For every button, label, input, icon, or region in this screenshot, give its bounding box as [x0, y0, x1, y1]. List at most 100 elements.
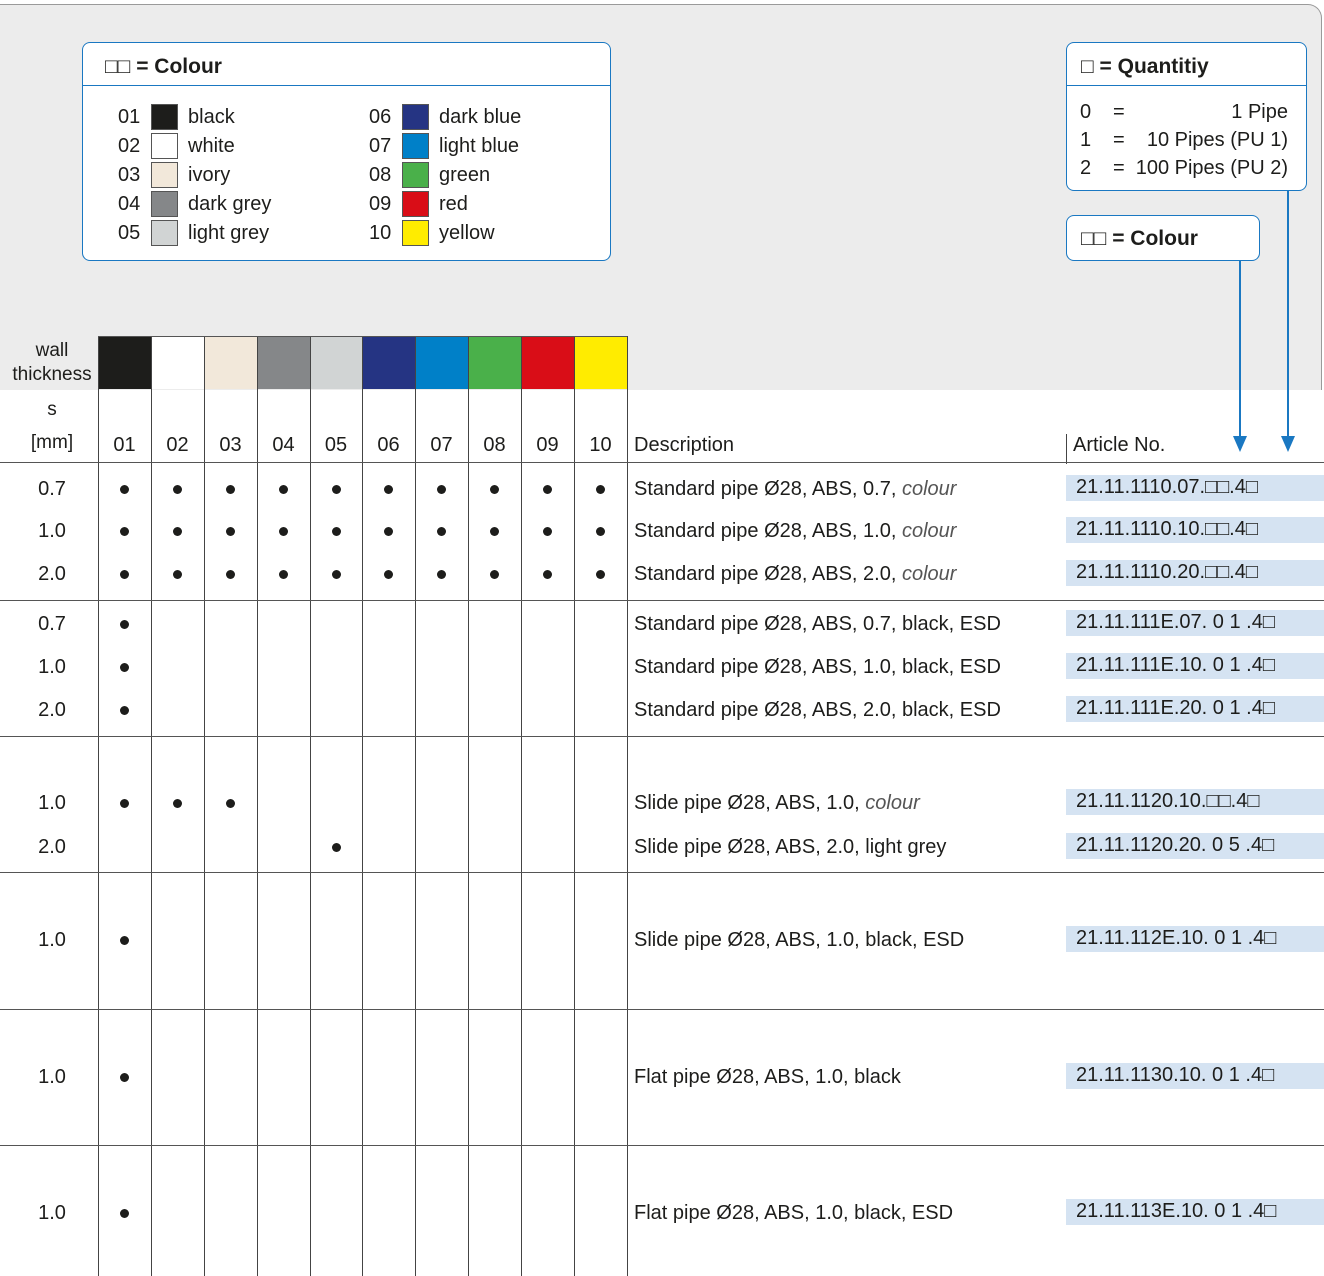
description-header: Description	[634, 434, 735, 456]
wall-thickness-value: 2.0	[38, 563, 66, 585]
description-cell: Standard pipe Ø28, ABS, 1.0, black, ESD	[634, 656, 1001, 679]
column-divider	[151, 389, 152, 1276]
wall-thickness-value: 2.0	[38, 699, 66, 721]
availability-dot	[490, 484, 499, 494]
availability-dot	[543, 569, 552, 579]
availability-dot	[384, 484, 393, 494]
header-colour-code: 07	[430, 434, 453, 456]
availability-dot	[543, 526, 552, 536]
article-number: 21.11.1120.10.□□.4□	[1076, 790, 1260, 812]
colour-code: 08	[369, 164, 392, 186]
description-cell: Flat pipe Ø28, ABS, 1.0, black	[634, 1066, 901, 1089]
column-divider	[521, 389, 522, 1276]
header-colour-code: 10	[589, 434, 612, 456]
article-header: Article No.	[1073, 434, 1166, 456]
group-divider	[0, 1145, 1324, 1146]
colour-swatch	[151, 133, 178, 159]
colour-code: 03	[118, 164, 141, 186]
availability-dot	[437, 526, 446, 536]
colour-name: green	[439, 164, 491, 186]
colour-swatch	[402, 220, 429, 246]
availability-dot	[279, 484, 288, 494]
quantity-equals: =	[1113, 129, 1125, 151]
header-colour-code: 04	[272, 434, 295, 456]
description-cell: Standard pipe Ø28, ABS, 0.7, black, ESD	[634, 613, 1001, 636]
colour-swatch	[151, 220, 178, 246]
availability-dot	[120, 1072, 129, 1082]
colour-name: ivory	[188, 164, 231, 186]
article-number: 21.11.1110.20.□□.4□	[1076, 561, 1258, 583]
colour-legend-title: □□ = Colour	[105, 55, 222, 78]
wall-thickness-value: 1.0	[38, 792, 66, 814]
availability-dot	[226, 569, 235, 579]
colour-name: white	[188, 135, 235, 157]
quantity-code: 0	[1080, 101, 1092, 123]
description-cell: Slide pipe Ø28, ABS, 2.0, light grey	[634, 836, 946, 859]
header-colour-code: 06	[377, 434, 400, 456]
article-number: 21.11.1120.20. 0 5 .4□	[1076, 834, 1275, 856]
availability-dot	[120, 798, 129, 808]
availability-dot	[596, 526, 605, 536]
colour-code: 07	[369, 135, 392, 157]
colour-swatch	[151, 191, 178, 217]
wall-thickness-value: 1.0	[38, 929, 66, 951]
wall-thickness-value: 1.0	[38, 1066, 66, 1088]
availability-dot	[384, 569, 393, 579]
description-colour-note: colour	[901, 478, 957, 500]
description-cell: Slide pipe Ø28, ABS, 1.0, black, ESD	[634, 929, 964, 952]
column-divider	[574, 389, 575, 1276]
availability-dot	[120, 1208, 129, 1218]
divider	[1067, 85, 1306, 86]
colour-name: black	[188, 106, 235, 128]
column-divider	[204, 389, 205, 1276]
availability-dot	[279, 526, 288, 536]
description-text: Standard pipe Ø28, ABS, 2.0, black, ESD	[634, 699, 1001, 721]
quantity-text: 100 Pipes (PU 2)	[1135, 157, 1288, 179]
availability-dot	[120, 619, 129, 629]
wall-thickness-label: wall	[35, 340, 69, 361]
availability-dot	[331, 569, 341, 579]
colour-legend-box: □□ = Colour 01 black 02 white 03 ivory 04 dark …	[82, 42, 611, 261]
header-colour-code: 08	[483, 434, 506, 456]
colour-swatch	[402, 133, 429, 159]
article-number: 21.11.112E.10. 0 1 .4□	[1076, 927, 1277, 949]
arrow-down-icon	[1233, 436, 1247, 452]
availability-dot	[173, 526, 182, 536]
availability-dot	[331, 526, 341, 536]
availability-dot	[120, 484, 129, 494]
description-text: Standard pipe Ø28, ABS, 0.7, black, ESD	[634, 613, 1001, 635]
header-swatch	[415, 337, 468, 389]
quantity-equals: =	[1113, 157, 1125, 179]
header-swatch-top-border	[98, 336, 627, 337]
colour-swatch	[402, 191, 429, 217]
availability-dot	[226, 484, 235, 494]
colour-name: dark blue	[439, 106, 522, 128]
header-swatch	[468, 337, 521, 389]
header-colour-code: 02	[166, 434, 189, 456]
column-divider	[362, 389, 363, 1276]
article-number: 21.11.113E.10. 0 1 .4□	[1076, 1200, 1277, 1222]
availability-dot	[120, 569, 129, 579]
description-text: Standard pipe Ø28, ABS, 2.0,	[634, 563, 902, 585]
description-text: Flat pipe Ø28, ABS, 1.0, black	[634, 1066, 901, 1088]
header-swatch	[521, 337, 574, 389]
column-divider	[257, 389, 258, 1276]
wall-thickness-value: 1.0	[38, 520, 66, 542]
availability-dot	[173, 798, 182, 808]
colour-swatch	[402, 104, 429, 130]
column-divider	[98, 389, 99, 1276]
availability-dot	[437, 484, 446, 494]
quantity-code: 2	[1080, 157, 1092, 179]
colour-code: 09	[369, 193, 392, 215]
description-colour-note: colour	[865, 792, 920, 814]
divider	[83, 85, 610, 86]
colour-name: red	[439, 193, 468, 215]
availability-dot	[437, 569, 446, 579]
header-swatch	[204, 337, 257, 389]
availability-dot	[120, 526, 129, 536]
article-number: 21.11.111E.07. 0 1 .4□	[1076, 611, 1275, 633]
header-divider	[0, 462, 1324, 463]
description-cell: Slide pipe Ø28, ABS, 1.0, colour	[634, 792, 920, 815]
header-swatch	[310, 337, 362, 389]
wall-thickness-value: 0.7	[38, 613, 66, 635]
